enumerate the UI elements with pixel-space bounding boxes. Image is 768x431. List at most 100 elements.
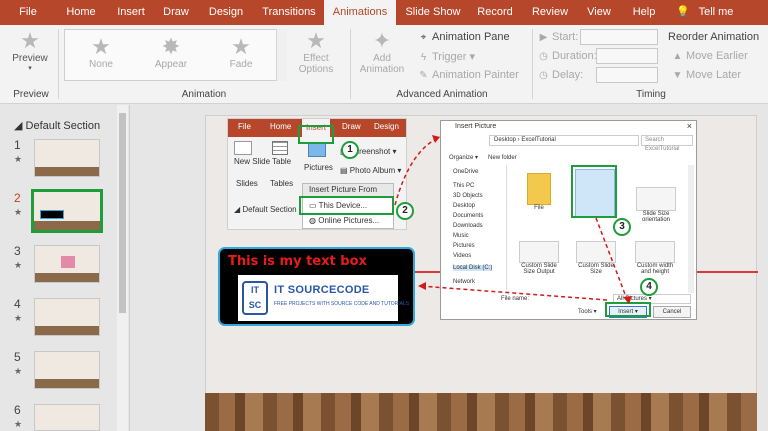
slide-thumbnail[interactable] (34, 404, 100, 431)
file-name: Custom Slide Size Output (521, 263, 557, 275)
move-earlier-label: Move Earlier (686, 50, 748, 62)
tab-animations[interactable]: Animations (324, 0, 396, 25)
step-badge-4: 4 (640, 278, 658, 296)
tab-home[interactable]: Home (60, 0, 102, 25)
file-tile: Custom width and height (631, 241, 679, 275)
tab-slide-show[interactable]: Slide Show (402, 0, 464, 25)
file-tile: Custom Slide Size Output (515, 241, 563, 275)
animation-painter-label: Animation Painter (432, 69, 519, 81)
move-later-button[interactable]: ▼ Move Later (672, 69, 741, 81)
step-badge-1: 1 (341, 141, 359, 159)
close-icon: × (686, 121, 692, 131)
scrollbar-thumb[interactable] (119, 113, 126, 313)
slide-number: 1 (14, 138, 21, 152)
ribbon-tab-bar: File Home Insert Draw Design Transitions… (0, 0, 768, 25)
animation-star-icon: ★ (14, 366, 23, 376)
animation-painter-button[interactable]: ✎ Animation Painter (418, 69, 519, 81)
move-earlier-button[interactable]: ▲ Move Earlier (672, 50, 748, 62)
star-icon: ★ (231, 34, 251, 59)
folder-icon (527, 173, 551, 205)
start-label: ▶ Start: (538, 31, 579, 43)
tab-insert[interactable]: Insert (112, 0, 150, 25)
animation-star-icon: ★ (14, 419, 23, 429)
tab-design[interactable]: Design (204, 0, 248, 25)
reorder-label: Reorder Animation (668, 31, 760, 43)
tab-review[interactable]: Review (528, 0, 572, 25)
file-name: Custom width and height (636, 263, 674, 275)
tab-record[interactable]: Record (472, 0, 518, 25)
group-label-animation: Animation (181, 89, 227, 100)
slide-thumbnail[interactable] (34, 298, 100, 336)
slide-number: 4 (14, 297, 21, 311)
animation-gallery[interactable]: ★ None ✸ Appear ★ Fade (64, 29, 286, 81)
section-header[interactable]: ◢ Default Section (14, 119, 100, 132)
animation-fade[interactable]: ★ Fade (215, 34, 267, 71)
step-badge-3: 3 (613, 218, 631, 236)
slide-thumbnail[interactable] (34, 245, 100, 283)
add-animation-button[interactable]: ✦ Add Animation (354, 29, 410, 76)
effect-options-button[interactable]: ★ Effect Options (292, 29, 340, 76)
file-name: Slide Size orientation (641, 211, 671, 223)
thumbnail-scrollbar[interactable] (117, 105, 128, 431)
lightbulb-icon: 💡 (676, 6, 690, 18)
tab-transitions[interactable]: Transitions (258, 0, 320, 25)
star-icon: ★ (91, 34, 111, 59)
highlight-this-device (299, 196, 394, 215)
tables-group-label: Tables (270, 179, 294, 188)
nav-item: Videos (453, 253, 472, 259)
text-box[interactable]: This is my text box IT SC IT SOURCECODE … (218, 247, 415, 326)
slide-thumbnail-selected[interactable] (31, 189, 103, 233)
tab-view[interactable]: View (582, 0, 616, 25)
file-name-label: File name: (501, 296, 530, 302)
delay-input[interactable] (596, 67, 658, 83)
globe-icon: ◍ (309, 216, 316, 225)
play-icon: ▶ (539, 32, 548, 43)
preview-button[interactable]: ★ Preview ▾ (8, 28, 52, 73)
tab-help[interactable]: Help (626, 0, 662, 25)
nav-item: Music (453, 233, 469, 239)
duration-input[interactable] (596, 48, 658, 64)
animation-appear[interactable]: ✸ Appear (145, 35, 197, 71)
group-label-preview: Preview (13, 89, 49, 100)
inset-tab-file: File (238, 122, 251, 131)
preview-star-icon: ★ (20, 28, 40, 53)
dialog-scrollbar (688, 165, 694, 293)
search-box: Search ExcelTutorial (641, 135, 693, 152)
navigation-pane: OneDrive This PC 3D Objects Desktop Docu… (441, 165, 507, 290)
new-slide-icon (234, 141, 252, 155)
start-select[interactable] (580, 29, 658, 45)
gallery-scroll[interactable] (276, 29, 287, 81)
inset-tab-draw: Draw (342, 122, 361, 131)
dialog-cancel-button: Cancel (653, 306, 691, 318)
move-later-label: Move Later (686, 69, 742, 81)
tab-draw[interactable]: Draw (158, 0, 194, 25)
slide-thumbnail-pane: ◢ Default Section 1 ★ 2 ★ 3 ★ 4 ★ 5 ★ 6 … (0, 105, 130, 431)
image-thumbnail (576, 241, 616, 263)
online-pictures-text: Online Pictures... (318, 216, 380, 225)
slide-number: 6 (14, 403, 21, 417)
online-pictures-item: ◍ Online Pictures... (309, 216, 379, 225)
clock-icon: ◷ (539, 70, 548, 81)
tab-file[interactable]: File (8, 0, 48, 25)
itsourcecode-logo: IT SC IT SOURCECODE FREE PROJECTS WITH S… (238, 275, 409, 321)
image-thumbnail (519, 241, 559, 263)
photo-album-text: Photo Album (349, 166, 396, 175)
add-animation-label: Add Animation (359, 53, 405, 75)
tell-me-box[interactable]: Tell me (694, 0, 738, 25)
highlight-insert-button (605, 302, 651, 317)
chevron-down-icon: ▾ (28, 65, 32, 72)
animation-pane-button[interactable]: ⌖ Animation Pane (418, 31, 510, 43)
slide-thumbnail[interactable] (34, 351, 100, 389)
delay-label: ◷ Delay: (538, 69, 583, 81)
lightning-icon: ϟ (420, 52, 427, 63)
slide-thumbnail[interactable] (34, 139, 100, 177)
nav-item: Network (453, 279, 476, 285)
trigger-button[interactable]: ϟ Trigger ▾ (418, 50, 475, 63)
file-tile: Slide Size orientation (633, 187, 679, 223)
animation-star-icon: ★ (14, 313, 23, 323)
group-label-advanced: Advanced Animation (396, 89, 488, 100)
inset-section-label: ◢ Default Section (234, 205, 297, 214)
animation-none[interactable]: ★ None (75, 34, 127, 71)
image-thumbnail (635, 241, 675, 263)
new-folder-label: New folder (488, 155, 517, 161)
